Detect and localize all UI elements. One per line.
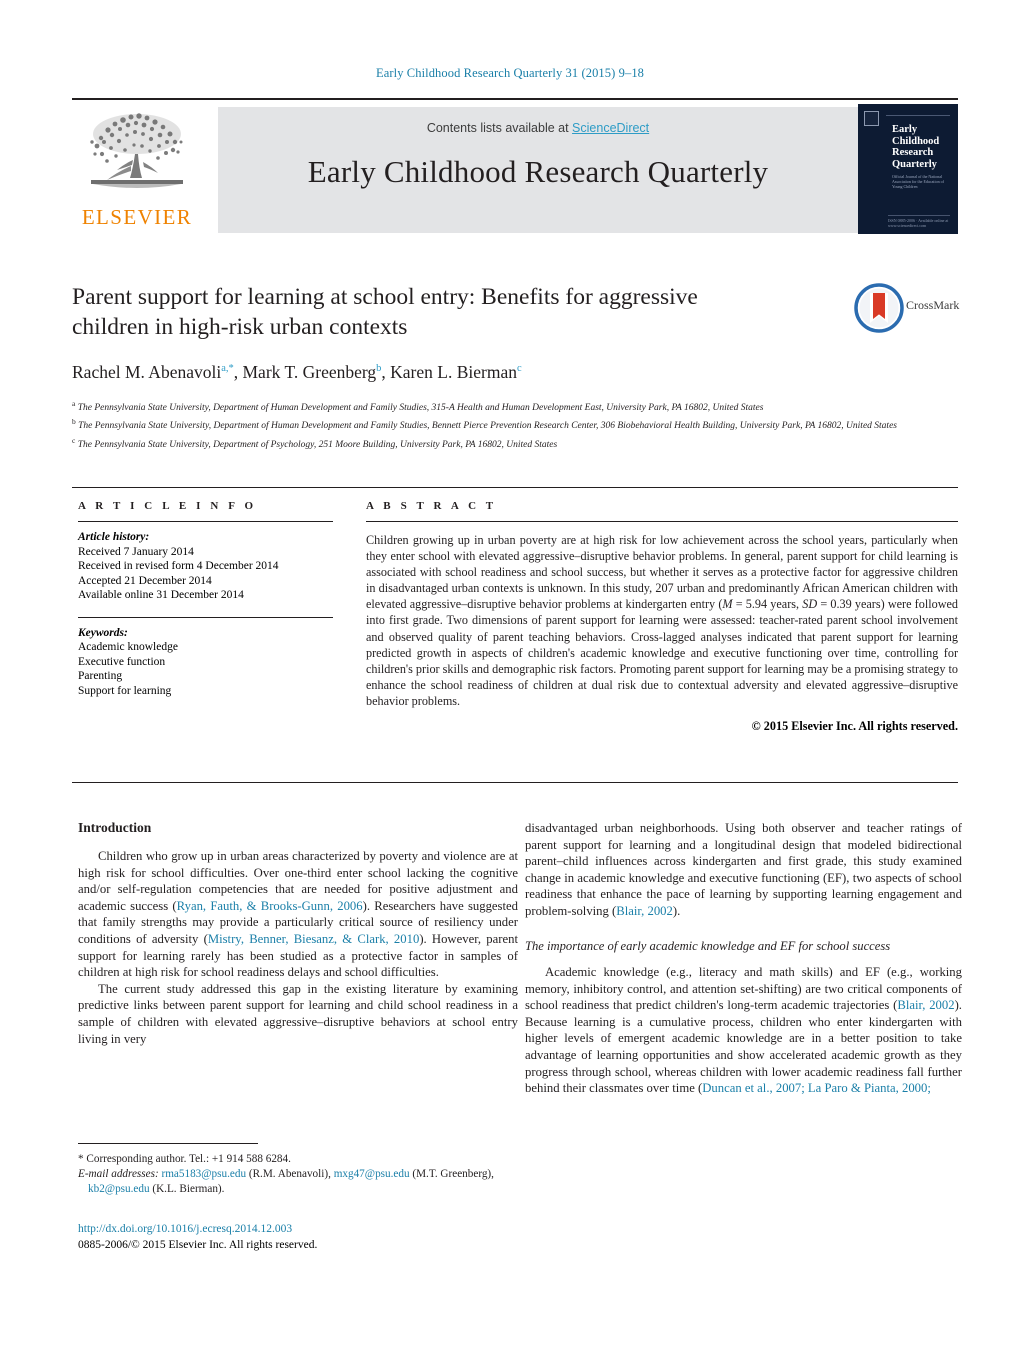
elsevier-logo[interactable]: ELSEVIER	[72, 108, 202, 233]
history-item: Received 7 January 2014	[78, 545, 194, 558]
article-history-label: Article history:	[78, 531, 150, 543]
affiliation-c: c The Pennsylvania State University, Dep…	[72, 434, 952, 453]
affiliation-b: b The Pennsylvania State University, Dep…	[72, 415, 952, 434]
abstract-rule	[366, 521, 958, 522]
info-band-bottom-rule	[72, 782, 958, 783]
cover-footer-text: ISSN 0885-2006 · Available online at www…	[888, 218, 949, 228]
affiliation-marker-a: a	[72, 398, 76, 408]
doi-link[interactable]: http://dx.doi.org/10.1016/j.ecresq.2014.…	[78, 1222, 518, 1238]
paragraph: Children who grow up in urban areas char…	[78, 849, 518, 980]
masthead-top-rule	[72, 98, 958, 100]
author-list: Rachel M. Abenavolia,*, Mark T. Greenber…	[72, 361, 522, 382]
crossmark-icon	[854, 283, 904, 333]
history-item: Received in revised form 4 December 2014	[78, 560, 279, 572]
contents-prefix: Contents lists available at	[426, 121, 573, 135]
cover-subtitle: Official Journal of the National Associa…	[892, 174, 944, 189]
info-band-top-rule	[72, 487, 958, 488]
body-column-right: disadvantaged urban neighborhoods. Using…	[525, 820, 962, 1097]
elsevier-tree-icon	[90, 113, 183, 188]
affiliation-marker-c: c	[72, 436, 76, 446]
article-history-group: Article history: Received 7 January 2014…	[78, 530, 333, 603]
paragraph: The current study addressed this gap in …	[78, 981, 518, 1046]
journal-masthead: ELSEVIER Contents lists available at Sci…	[72, 98, 958, 234]
contents-line: Contents lists available at ScienceDirec…	[218, 107, 858, 135]
doi-block: http://dx.doi.org/10.1016/j.ecresq.2014.…	[78, 1222, 518, 1253]
affiliation-c-text: The Pennsylvania State University, Depar…	[77, 440, 558, 451]
footnote-block: * Corresponding author. Tel.: +1 914 588…	[78, 1152, 518, 1197]
section-heading-introduction: Introduction	[78, 820, 152, 835]
crossmark-label: CrossMark	[906, 298, 960, 312]
keyword-item: Support for learning	[78, 684, 172, 697]
affiliation-marker-b: b	[72, 417, 76, 427]
title-block: Parent support for learning at school en…	[72, 282, 959, 453]
running-head: Early Childhood Research Quarterly 31 (2…	[375, 66, 645, 80]
affiliation-a-text: The Pennsylvania State University, Depar…	[77, 402, 764, 413]
issn-copyright-line: 0885-2006/© 2015 Elsevier Inc. All right…	[78, 1238, 318, 1251]
article-info-column: A R T I C L E I N F O Article history: R…	[78, 500, 333, 698]
affiliations: a The Pennsylvania State University, Dep…	[72, 397, 952, 453]
footnote-separator	[78, 1143, 258, 1144]
article-info-heading: A R T I C L E I N F O	[78, 500, 257, 512]
keywords-label: Keywords:	[78, 626, 128, 639]
corresponding-author-note: * Corresponding author. Tel.: +1 914 588…	[78, 1153, 291, 1165]
cover-watermark: ECRQ	[858, 137, 862, 200]
elsevier-wordmark: ELSEVIER	[81, 205, 193, 229]
article-info-rule	[78, 521, 333, 522]
history-item: Available online 31 December 2014	[78, 589, 244, 601]
paragraph: disadvantaged urban neighborhoods. Using…	[525, 821, 962, 918]
cover-rule-2	[928, 115, 950, 116]
history-item: Accepted 21 December 2014	[78, 574, 212, 587]
cover-elsevier-mark-icon	[864, 111, 879, 126]
keywords-rule	[78, 616, 333, 618]
journal-cover-thumbnail[interactable]: Early Childhood Research Quarterly ECRQ …	[858, 104, 958, 234]
page-title: Parent support for learning at school en…	[72, 284, 698, 340]
keyword-item: Academic knowledge	[78, 641, 178, 653]
abstract-copyright: © 2015 Elsevier Inc. All rights reserved…	[751, 719, 958, 734]
affiliation-b-text: The Pennsylvania State University, Depar…	[78, 421, 897, 432]
journal-band: Contents lists available at ScienceDirec…	[218, 107, 858, 233]
paragraph: Academic knowledge (e.g., literacy and m…	[525, 965, 962, 1096]
sciencedirect-link[interactable]: ScienceDirect	[572, 121, 649, 135]
body-column-left: Introduction Children who grow up in urb…	[78, 820, 518, 1047]
subsection-heading: The importance of early academic knowled…	[525, 938, 891, 953]
affiliation-a: a The Pennsylvania State University, Dep…	[72, 397, 952, 416]
email-addresses-note: E-mail addresses: rma5183@psu.edu (R.M. …	[78, 1168, 494, 1195]
abstract-heading: A B S T R A C T	[366, 500, 497, 512]
cover-title: Early Childhood Research Quarterly	[892, 124, 940, 170]
journal-title: Early Childhood Research Quarterly	[307, 154, 769, 189]
abstract-text: Children growing up in urban poverty are…	[366, 533, 959, 708]
cover-footer-rule	[888, 215, 950, 216]
abstract-column: A B S T R A C T Children growing up in u…	[366, 500, 958, 734]
keywords-group: Keywords: Academic knowledge Executive f…	[78, 626, 333, 699]
crossmark-logo[interactable]: CrossMark	[854, 283, 964, 333]
keyword-item: Executive function	[78, 655, 166, 668]
keyword-item: Parenting	[78, 670, 123, 682]
